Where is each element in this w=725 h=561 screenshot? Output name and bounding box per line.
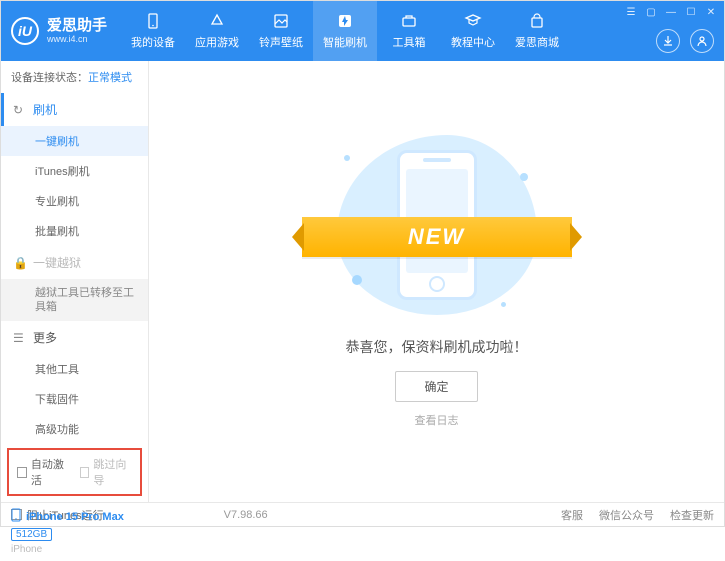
- checkbox-label: 自动激活: [31, 456, 70, 488]
- sidebar-item-download-firmware[interactable]: 下载固件: [1, 384, 148, 414]
- device-icon: [144, 12, 162, 30]
- group-label: 刷机: [33, 101, 57, 118]
- checkbox-icon: [80, 467, 90, 478]
- nav-toolbox[interactable]: 工具箱: [377, 1, 441, 61]
- sidebar-item-batch-flash[interactable]: 批量刷机: [1, 216, 148, 246]
- nav-label: 工具箱: [393, 34, 426, 50]
- options-highlight-box: 自动激活 跳过向导: [7, 448, 142, 496]
- app-title: 爱思助手: [47, 18, 107, 34]
- nav-smart-flash[interactable]: 智能刷机: [313, 1, 377, 61]
- app-logo-icon: iU: [11, 17, 39, 45]
- apps-icon: [208, 12, 226, 30]
- footer-link-update[interactable]: 检查更新: [670, 507, 714, 523]
- more-icon: ☰: [13, 331, 27, 345]
- phone-icon: [11, 508, 21, 525]
- device-type: iPhone: [11, 544, 138, 555]
- sidebar-item-advanced[interactable]: 高级功能: [1, 414, 148, 444]
- skin-icon[interactable]: ▢: [644, 5, 658, 19]
- nav-my-device[interactable]: 我的设备: [121, 1, 185, 61]
- main-content: NEW 恭喜您，保资料刷机成功啦！ 确定 查看日志: [149, 61, 724, 502]
- tutorial-icon: [464, 12, 482, 30]
- close-icon[interactable]: ✕: [704, 5, 718, 19]
- maximize-icon[interactable]: ☐: [684, 5, 698, 19]
- success-message: 恭喜您，保资料刷机成功啦！: [346, 337, 528, 357]
- device-name: iPhone 15 Pro Max: [26, 511, 124, 523]
- view-log-link[interactable]: 查看日志: [415, 412, 459, 428]
- sidebar-item-jailbreak-moved[interactable]: 越狱工具已转移至工具箱: [1, 279, 148, 321]
- flash-icon: [336, 12, 354, 30]
- success-illustration: NEW: [322, 125, 552, 325]
- device-status: 设备连接状态：正常模式: [1, 61, 148, 93]
- status-label: 设备连接状态：: [11, 72, 88, 84]
- logo-area: iU 爱思助手 www.i4.cn: [1, 17, 121, 45]
- top-nav: 我的设备 应用游戏 铃声壁纸 智能刷机 工具箱 教程中心 爱思商城: [121, 1, 569, 61]
- group-more[interactable]: ☰ 更多: [1, 321, 148, 354]
- footer-link-wechat[interactable]: 微信公众号: [599, 507, 654, 523]
- window-controls: ☰ ▢ — ☐ ✕: [624, 5, 718, 19]
- checkbox-skip-guide[interactable]: 跳过向导: [80, 456, 133, 488]
- nav-label: 智能刷机: [323, 34, 367, 50]
- app-subtitle: www.i4.cn: [47, 34, 107, 44]
- nav-label: 教程中心: [451, 34, 495, 50]
- group-label: 更多: [33, 329, 57, 346]
- sidebar: 设备连接状态：正常模式 ↻ 刷机 一键刷机 iTunes刷机 专业刷机 批量刷机…: [1, 61, 149, 502]
- nav-ringtone-wallpaper[interactable]: 铃声壁纸: [249, 1, 313, 61]
- device-storage: 512GB: [11, 528, 52, 541]
- nav-tutorial[interactable]: 教程中心: [441, 1, 505, 61]
- sidebar-item-other-tools[interactable]: 其他工具: [1, 354, 148, 384]
- sidebar-item-itunes-flash[interactable]: iTunes刷机: [1, 156, 148, 186]
- user-button[interactable]: [690, 29, 714, 53]
- sidebar-item-pro-flash[interactable]: 专业刷机: [1, 186, 148, 216]
- wallpaper-icon: [272, 12, 290, 30]
- store-icon: [528, 12, 546, 30]
- app-header: iU 爱思助手 www.i4.cn 我的设备 应用游戏 铃声壁纸 智能刷机 工具…: [1, 1, 724, 61]
- refresh-icon: ↻: [13, 103, 27, 117]
- nav-store[interactable]: 爱思商城: [505, 1, 569, 61]
- new-ribbon: NEW: [302, 217, 572, 257]
- header-action-circles: [656, 29, 714, 53]
- nav-label: 铃声壁纸: [259, 34, 303, 50]
- toolbox-icon: [400, 12, 418, 30]
- nav-label: 爱思商城: [515, 34, 559, 50]
- group-label: 一键越狱: [33, 254, 81, 271]
- group-flash[interactable]: ↻ 刷机: [1, 93, 148, 126]
- version-label: V7.98.66: [224, 509, 268, 521]
- nav-label: 我的设备: [131, 34, 175, 50]
- sidebar-item-onekey-flash[interactable]: 一键刷机: [1, 126, 148, 156]
- group-jailbreak[interactable]: 🔒 一键越狱: [1, 246, 148, 279]
- minimize-icon[interactable]: —: [664, 5, 678, 19]
- lock-icon: 🔒: [13, 256, 27, 270]
- nav-apps-games[interactable]: 应用游戏: [185, 1, 249, 61]
- device-info: iPhone 15 Pro Max 512GB iPhone: [1, 502, 148, 561]
- checkbox-icon: [17, 467, 27, 478]
- menu-icon[interactable]: ☰: [624, 5, 638, 19]
- confirm-button[interactable]: 确定: [395, 371, 477, 402]
- nav-label: 应用游戏: [195, 34, 239, 50]
- status-value: 正常模式: [88, 72, 132, 84]
- checkbox-auto-activate[interactable]: 自动激活: [17, 456, 70, 488]
- download-button[interactable]: [656, 29, 680, 53]
- footer-link-support[interactable]: 客服: [561, 507, 583, 523]
- checkbox-label: 跳过向导: [93, 456, 132, 488]
